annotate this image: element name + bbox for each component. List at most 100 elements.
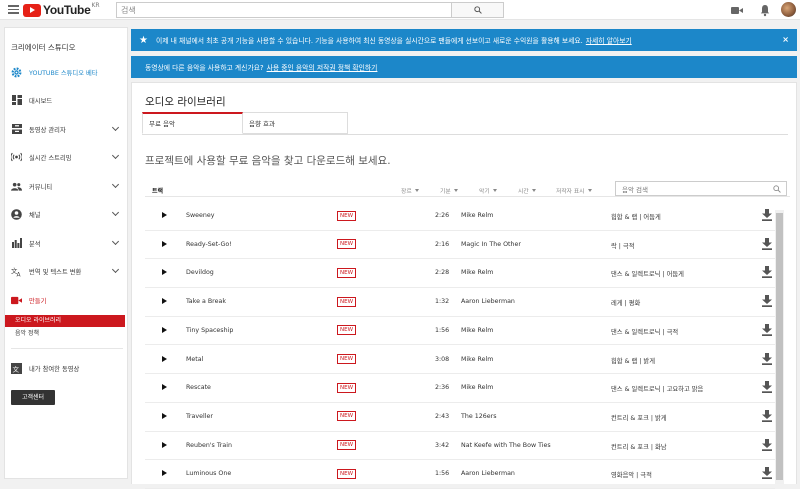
sidebar-item-label: 채널	[29, 211, 41, 219]
track-title: Luminous One	[186, 470, 232, 478]
track-genre: 댄스 & 일렉트로닉 | 고요하고 맑음	[611, 386, 704, 394]
sidebar-item-channel[interactable]: 채널	[5, 203, 127, 225]
download-icon[interactable]	[762, 352, 772, 365]
track-duration: 2:43	[435, 412, 450, 420]
new-badge: NEW	[337, 239, 357, 250]
youtube-logo[interactable]: YouTube KR	[23, 2, 100, 17]
bell-icon[interactable]	[758, 3, 772, 17]
sidebar-item-studio-beta[interactable]: YOUTUBE 스튜디오 베타	[5, 61, 127, 83]
play-icon[interactable]	[162, 326, 167, 333]
track-title: Traveller	[186, 412, 213, 420]
dashboard-icon	[11, 95, 22, 106]
table-row: Devildog NEW 2:28 Mike Relm 댄스 & 일렉트로닉 |…	[145, 259, 775, 289]
download-icon[interactable]	[762, 237, 772, 250]
avatar[interactable]	[781, 2, 796, 17]
search-button[interactable]	[452, 2, 504, 18]
chevron-down-icon[interactable]	[111, 237, 120, 246]
copyright-banner: 동영상에 다른 음악을 사용하고 계신가요? 사용 중인 음악의 저작권 정책 …	[131, 56, 797, 78]
sidebar-item-translation[interactable]: 文A 번역 및 텍스트 변환	[5, 260, 127, 282]
play-icon[interactable]	[162, 384, 167, 391]
sidebar-item-contributed-videos[interactable]: 文 내가 참여한 동영상	[5, 357, 127, 379]
sidebar-item-label: 분석	[29, 240, 41, 248]
track-artist: Aaron Lieberman	[461, 470, 515, 478]
track-artist: The 126ers	[461, 412, 497, 420]
help-center-button[interactable]: 고객센터	[11, 390, 55, 405]
new-badge: NEW	[337, 468, 357, 479]
premiere-banner: ★ 이제 내 채널에서 최초 공개 기능을 사용할 수 있습니다. 기능을 사용…	[131, 29, 797, 51]
new-badge: NEW	[337, 267, 357, 278]
track-duration: 2:26	[435, 212, 450, 219]
chevron-down-icon[interactable]	[111, 180, 120, 189]
play-icon[interactable]	[162, 212, 167, 218]
sidebar-subitem-music-policy[interactable]: 음악 정책	[5, 328, 125, 340]
play-icon[interactable]	[162, 470, 167, 477]
intro-text: 프로젝트에 사용할 무료 음악을 찾고 다운로드해 보세요.	[145, 155, 391, 167]
sidebar-item-label: 대시보드	[29, 97, 53, 105]
table-row: Rescate NEW 2:36 Mike Relm 댄스 & 일렉트로닉 | …	[145, 374, 775, 403]
contributions-icon: 文	[11, 362, 22, 374]
tab-free-music[interactable]: 무료 음악	[142, 112, 243, 134]
gear-icon	[11, 67, 22, 78]
new-badge: NEW	[337, 411, 357, 422]
track-duration: 2:16	[435, 240, 450, 248]
search-input[interactable]: 검색	[116, 2, 452, 18]
filter-duration[interactable]: 시간	[518, 186, 536, 195]
chevron-down-icon[interactable]	[111, 151, 120, 160]
logo-word: YouTube	[43, 3, 91, 17]
sidebar-item-analytics[interactable]: 분석	[5, 232, 127, 254]
download-icon[interactable]	[762, 409, 772, 422]
play-icon[interactable]	[162, 355, 167, 362]
svg-text:A: A	[17, 271, 22, 276]
chevron-down-icon[interactable]	[111, 208, 120, 217]
chevron-down-icon[interactable]	[111, 265, 120, 274]
play-icon[interactable]	[162, 441, 167, 448]
table-row: Sweeney NEW 2:26 Mike Relm 힙합 & 랩 | 어둡게	[145, 202, 775, 231]
sidebar-title: 크리에이터 스튜디오	[11, 43, 76, 52]
filter-genre[interactable]: 장르	[401, 186, 419, 195]
filter-attribution[interactable]: 저작자 표시	[556, 186, 592, 195]
sidebar-item-label: 내가 참여한 동영상	[29, 365, 80, 373]
download-icon[interactable]	[762, 467, 772, 480]
sidebar-item-live[interactable]: 실시간 스트리밍	[5, 146, 127, 168]
download-icon[interactable]	[762, 323, 772, 336]
sidebar-item-create[interactable]: 만들기	[5, 289, 127, 311]
new-badge: NEW	[337, 210, 357, 221]
track-table-header: 트랙 장르 기분 악기 시간 저작자 표시 음악 검색	[145, 181, 790, 197]
scrollbar-thumb[interactable]	[776, 213, 783, 480]
copyright-policy-link[interactable]: 사용 중인 음악의 저작권 정책 확인하기	[267, 62, 378, 72]
sidebar-item-label: 커뮤니티	[29, 183, 53, 191]
download-icon[interactable]	[762, 295, 772, 308]
search-icon[interactable]	[773, 185, 781, 193]
track-column-header[interactable]: 트랙	[152, 186, 163, 195]
filter-instrument[interactable]: 악기	[479, 186, 497, 195]
play-icon[interactable]	[162, 298, 167, 305]
music-search-input[interactable]: 음악 검색	[615, 181, 787, 196]
sidebar-item-video-manager[interactable]: 동영상 관리자	[5, 118, 127, 140]
play-icon[interactable]	[162, 412, 167, 419]
filter-mood[interactable]: 기분	[440, 186, 458, 195]
menu-icon[interactable]	[8, 5, 19, 14]
sidebar-subitem-audio-library[interactable]: 오디오 라이브러리	[5, 315, 125, 327]
track-artist: Mike Relm	[461, 355, 494, 363]
download-icon[interactable]	[762, 209, 772, 221]
upload-video-icon[interactable]	[730, 3, 744, 17]
track-genre: 힙합 & 랩 | 어둡게	[611, 214, 661, 221]
sidebar-item-community[interactable]: 커뮤니티	[5, 175, 127, 197]
sidebar-item-label: 번역 및 텍스트 변환	[29, 268, 82, 276]
track-genre: 힙합 & 랩 | 밝게	[611, 357, 656, 365]
download-icon[interactable]	[762, 438, 772, 451]
download-icon[interactable]	[762, 381, 772, 394]
table-row: Traveller NEW 2:43 The 126ers 컨트리 & 포크 |…	[145, 403, 775, 432]
chevron-down-icon[interactable]	[111, 123, 120, 132]
sidebar-item-dashboard[interactable]: 대시보드	[5, 89, 127, 111]
tab-sound-effects[interactable]: 음향 효과	[243, 112, 348, 134]
learn-more-link[interactable]: 자세히 알아보기	[586, 35, 632, 45]
top-bar: YouTube KR 검색	[0, 0, 800, 20]
track-duration: 1:56	[435, 326, 450, 334]
play-icon[interactable]	[162, 240, 167, 247]
close-icon[interactable]: ×	[782, 35, 789, 44]
track-genre: 컨트리 & 포크 | 밝게	[611, 414, 667, 422]
download-icon[interactable]	[762, 266, 772, 279]
play-icon[interactable]	[162, 269, 167, 276]
community-icon	[11, 181, 22, 192]
